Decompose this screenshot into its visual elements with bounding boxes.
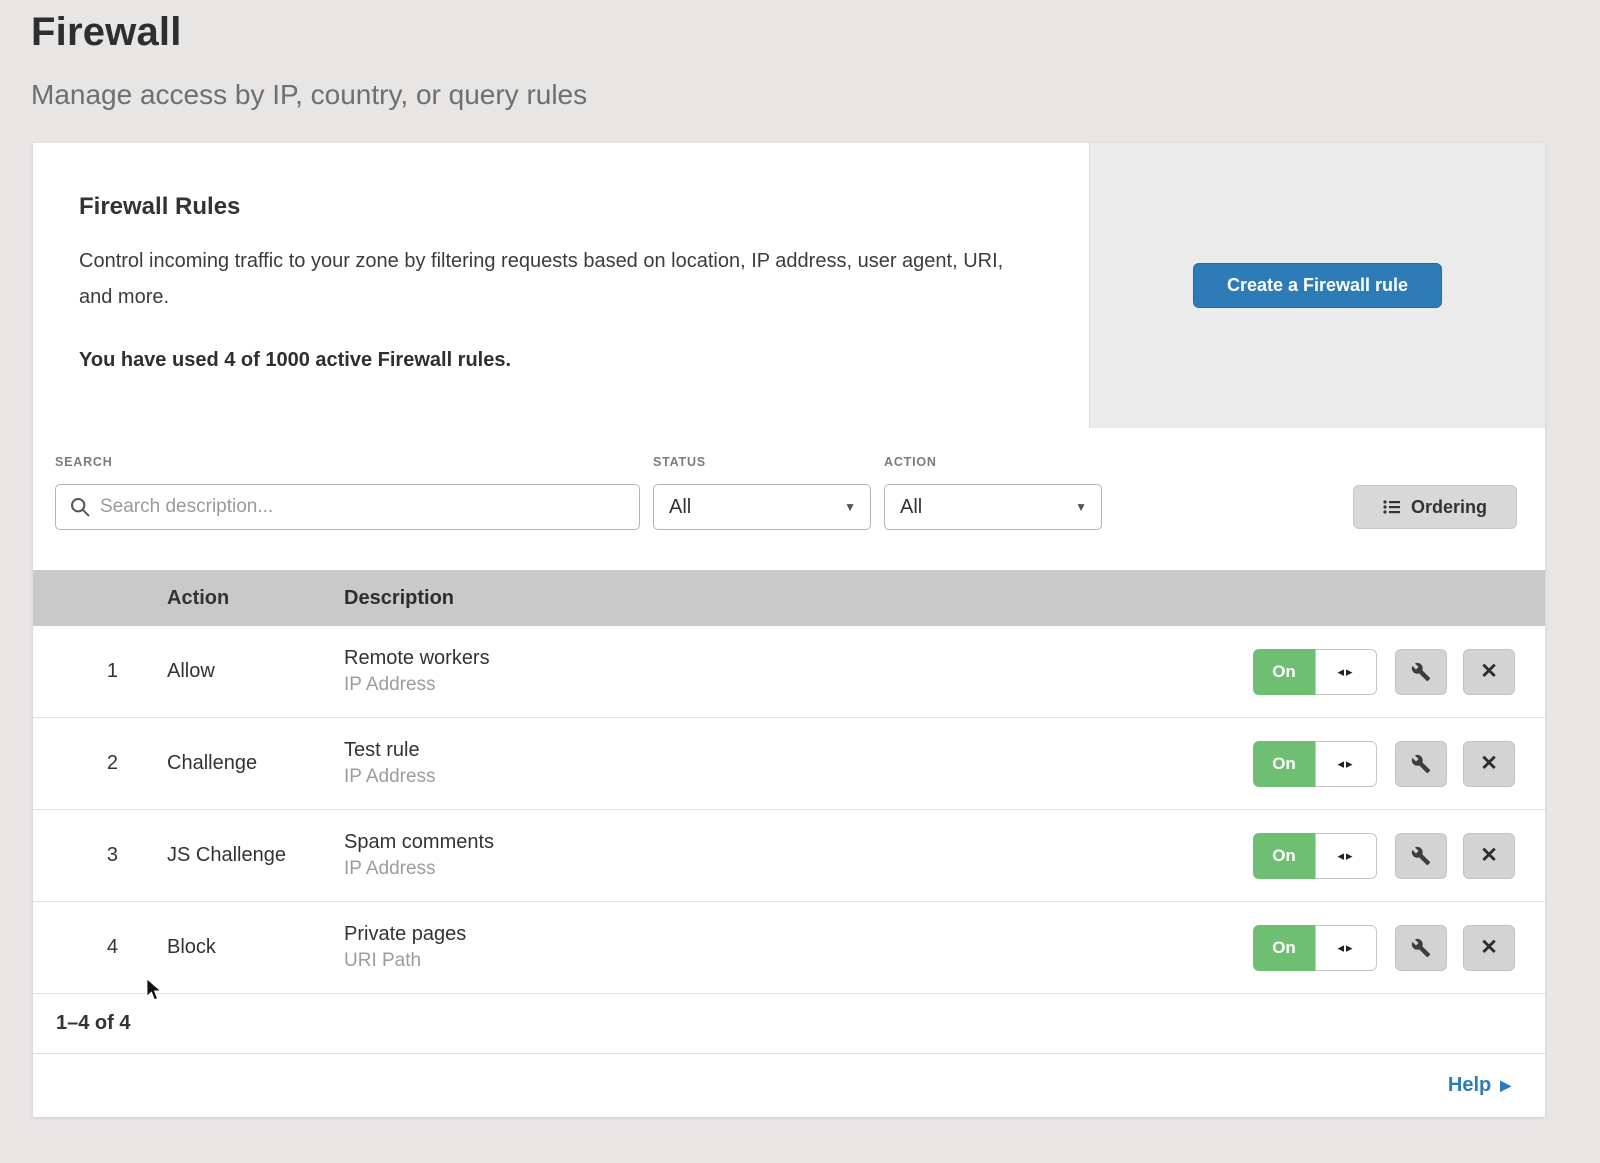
row-description: Remote workers: [344, 647, 1253, 670]
card-top-section: Firewall Rules Control incoming traffic …: [33, 143, 1545, 428]
row-controls: On ◂▸ ✕: [1253, 741, 1545, 787]
wrench-icon: [1411, 938, 1431, 958]
wrench-icon: [1411, 662, 1431, 682]
row-action: JS Challenge: [118, 844, 295, 867]
status-selected-value: All: [669, 496, 691, 519]
ordering-button-label: Ordering: [1411, 497, 1487, 518]
row-description-cell: Test rule IP Address: [295, 739, 1253, 788]
toggle-handle-icon: ◂▸: [1315, 925, 1377, 971]
usage-text: You have used 4 of 1000 active Firewall …: [79, 349, 1029, 372]
enable-toggle[interactable]: On ◂▸: [1253, 833, 1377, 879]
wrench-icon: [1411, 846, 1431, 866]
row-action: Challenge: [118, 752, 295, 775]
row-description: Test rule: [344, 739, 1253, 762]
delete-rule-button[interactable]: ✕: [1463, 925, 1515, 971]
row-description: Spam comments: [344, 831, 1253, 854]
search-icon: [70, 497, 90, 517]
filter-bar: SEARCH STATUS All ▼ ACTION: [33, 428, 1545, 570]
row-controls: On ◂▸ ✕: [1253, 925, 1545, 971]
table-row: 1 Allow Remote workers IP Address On ◂▸ …: [33, 626, 1545, 718]
pagination-row: 1–4 of 4: [33, 994, 1545, 1053]
help-arrow-icon: ▶: [1500, 1077, 1511, 1094]
delete-rule-button[interactable]: ✕: [1463, 833, 1515, 879]
row-number: 3: [33, 844, 118, 867]
column-header-action: Action: [118, 587, 295, 610]
row-description-cell: Private pages URI Path: [295, 923, 1253, 972]
toggle-on-label: On: [1253, 741, 1315, 787]
row-description-cell: Spam comments IP Address: [295, 831, 1253, 880]
row-number: 4: [33, 936, 118, 959]
row-description: Private pages: [344, 923, 1253, 946]
chevron-down-icon: ▼: [844, 500, 856, 514]
search-filter: SEARCH: [55, 456, 640, 530]
close-icon: ✕: [1480, 659, 1498, 684]
help-row: Help ▶: [33, 1053, 1545, 1117]
action-selected-value: All: [900, 496, 922, 519]
edit-rule-button[interactable]: [1395, 925, 1447, 971]
row-action: Allow: [118, 660, 295, 683]
card-intro: Firewall Rules Control incoming traffic …: [33, 143, 1089, 428]
chevron-down-icon: ▼: [1075, 500, 1087, 514]
action-label: ACTION: [884, 456, 1102, 469]
help-link[interactable]: Help ▶: [1448, 1074, 1511, 1097]
status-filter: STATUS All ▼: [653, 456, 871, 530]
row-match-type: IP Address: [344, 858, 1253, 880]
toggle-handle-icon: ◂▸: [1315, 741, 1377, 787]
toggle-on-label: On: [1253, 925, 1315, 971]
action-select[interactable]: All ▼: [884, 484, 1102, 530]
page-header: Firewall Manage access by IP, country, o…: [0, 0, 1600, 111]
card-heading: Firewall Rules: [79, 193, 1029, 221]
wrench-icon: [1411, 754, 1431, 774]
table-row: 2 Challenge Test rule IP Address On ◂▸ ✕: [33, 718, 1545, 810]
delete-rule-button[interactable]: ✕: [1463, 741, 1515, 787]
ordering-button[interactable]: Ordering: [1353, 485, 1517, 529]
firewall-rules-card: Firewall Rules Control incoming traffic …: [33, 143, 1545, 1117]
edit-rule-button[interactable]: [1395, 649, 1447, 695]
create-firewall-rule-button[interactable]: Create a Firewall rule: [1193, 263, 1442, 308]
firewall-page: Firewall Manage access by IP, country, o…: [0, 0, 1600, 1163]
row-controls: On ◂▸ ✕: [1253, 833, 1545, 879]
enable-toggle[interactable]: On ◂▸: [1253, 925, 1377, 971]
delete-rule-button[interactable]: ✕: [1463, 649, 1515, 695]
search-input[interactable]: [55, 484, 640, 530]
table-row: 4 Block Private pages URI Path On ◂▸ ✕: [33, 902, 1545, 994]
row-action: Block: [118, 936, 295, 959]
close-icon: ✕: [1480, 843, 1498, 868]
page-title: Firewall: [31, 10, 1600, 55]
row-description-cell: Remote workers IP Address: [295, 647, 1253, 696]
search-box: [55, 484, 640, 530]
toggle-on-label: On: [1253, 649, 1315, 695]
row-match-type: IP Address: [344, 674, 1253, 696]
row-number: 2: [33, 752, 118, 775]
help-link-label: Help: [1448, 1074, 1491, 1097]
close-icon: ✕: [1480, 935, 1498, 960]
enable-toggle[interactable]: On ◂▸: [1253, 649, 1377, 695]
search-label: SEARCH: [55, 456, 640, 469]
row-number: 1: [33, 660, 118, 683]
close-icon: ✕: [1480, 751, 1498, 776]
table-header: Action Description: [33, 570, 1545, 626]
enable-toggle[interactable]: On ◂▸: [1253, 741, 1377, 787]
row-controls: On ◂▸ ✕: [1253, 649, 1545, 695]
column-header-description: Description: [295, 587, 1545, 610]
toggle-on-label: On: [1253, 833, 1315, 879]
toggle-handle-icon: ◂▸: [1315, 833, 1377, 879]
card-action-panel: Create a Firewall rule: [1089, 143, 1545, 428]
status-label: STATUS: [653, 456, 871, 469]
ordered-list-icon: [1383, 498, 1401, 516]
table-row: 3 JS Challenge Spam comments IP Address …: [33, 810, 1545, 902]
row-match-type: IP Address: [344, 766, 1253, 788]
edit-rule-button[interactable]: [1395, 833, 1447, 879]
page-subtitle: Manage access by IP, country, or query r…: [31, 79, 1600, 111]
pagination-text: 1–4 of 4: [56, 1012, 130, 1035]
action-filter: ACTION All ▼: [884, 456, 1102, 530]
toggle-handle-icon: ◂▸: [1315, 649, 1377, 695]
card-description: Control incoming traffic to your zone by…: [79, 243, 1029, 315]
status-select[interactable]: All ▼: [653, 484, 871, 530]
edit-rule-button[interactable]: [1395, 741, 1447, 787]
row-match-type: URI Path: [344, 950, 1253, 972]
